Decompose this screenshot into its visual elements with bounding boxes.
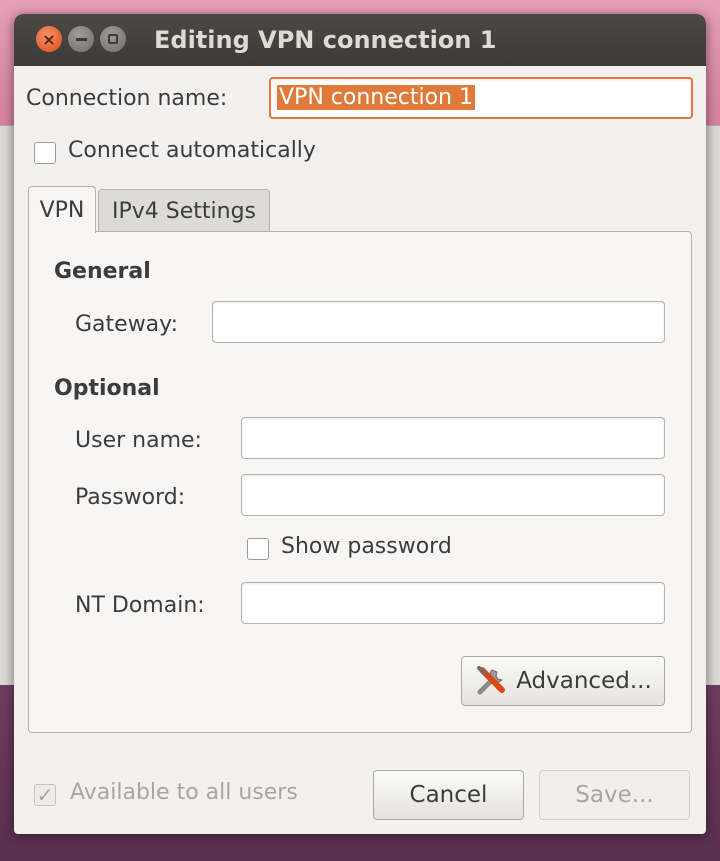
password-input[interactable] [241,474,665,516]
checkmark-icon: ✓ [36,783,54,807]
tools-icon [474,664,508,698]
connect-automatically-label: Connect automatically [68,138,316,163]
vpn-tab-panel: General Gateway: Optional User name: Pas… [28,231,692,733]
title-bar: × Editing VPN connection 1 [14,14,706,66]
save-button[interactable]: Save... [539,770,690,820]
connection-name-field[interactable]: VPN connection 1 [269,77,693,119]
gateway-label: Gateway: [75,312,178,337]
username-input[interactable] [241,417,665,459]
password-label: Password: [75,485,186,510]
minimize-window-button[interactable] [68,26,94,52]
close-icon: × [42,29,56,49]
username-label: User name: [75,428,202,453]
maximize-icon [108,34,118,44]
show-password-label: Show password [281,534,452,559]
tab-ipv4-settings[interactable]: IPv4 Settings [98,189,270,233]
gateway-input[interactable] [212,301,665,343]
available-to-all-users-label: Available to all users [70,780,298,805]
tab-vpn[interactable]: VPN [28,186,96,233]
show-password-checkbox[interactable] [247,538,269,560]
general-heading: General [54,259,151,284]
maximize-window-button[interactable] [100,26,126,52]
nt-domain-label: NT Domain: [75,593,205,618]
available-to-all-users-checkbox[interactable]: ✓ [34,784,56,806]
connect-automatically-checkbox[interactable] [34,142,56,164]
optional-heading: Optional [54,376,160,401]
close-window-button[interactable]: × [36,26,62,52]
advanced-button-label: Advanced... [516,668,652,694]
vpn-editor-dialog: × Editing VPN connection 1 Connection na… [14,14,706,834]
window-title: Editing VPN connection 1 [154,26,497,54]
connection-name-label: Connection name: [26,86,228,111]
advanced-button[interactable]: Advanced... [461,656,665,706]
save-button-label: Save... [575,782,654,808]
tab-vpn-label: VPN [39,197,85,223]
cancel-button-label: Cancel [409,782,488,808]
minimize-icon [75,37,87,41]
nt-domain-input[interactable] [241,582,665,624]
tab-ipv4-label: IPv4 Settings [112,199,256,224]
cancel-button[interactable]: Cancel [373,770,524,820]
connection-name-value: VPN connection 1 [277,85,475,110]
